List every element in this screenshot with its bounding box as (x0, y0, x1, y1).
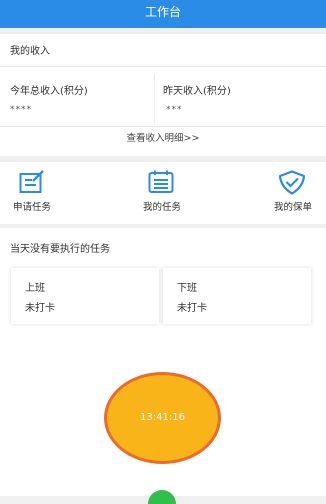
top-bar: 工作台 (0, 0, 326, 28)
task-label: 我的保单 (273, 202, 312, 213)
clock-in-card: 上班 未打卡 (11, 268, 159, 324)
today-status-text: 当天没有要执行的任务 (10, 244, 110, 255)
yesterday-income-value: *** (166, 105, 183, 115)
today-section: 当天没有要执行的任务 上班 未打卡 下班 未打卡 13:41:16 (0, 228, 326, 496)
clock-out-status: 未打卡 (177, 303, 207, 314)
clock-out-label: 下班 (177, 283, 197, 294)
shield-check-icon (278, 170, 306, 195)
yesterday-income-label: 昨天收入(积分) (163, 86, 231, 97)
task-label: 申请任务 (12, 202, 51, 213)
page-title: 工作台 (144, 5, 181, 19)
my-tasks-button[interactable]: 我的任务 (117, 162, 207, 220)
task-label: 我的任务 (142, 202, 181, 213)
divider (0, 66, 326, 67)
edit-icon (19, 170, 44, 193)
task-shortcuts: 申请任务 我的任务 我的保单 (0, 162, 326, 224)
punch-clock-button[interactable]: 13:41:16 (104, 372, 221, 464)
income-detail-link[interactable]: 查看收入明细>> (0, 130, 326, 144)
income-title: 我的收入 (10, 46, 50, 57)
year-income-value: **** (10, 105, 32, 115)
income-separator (154, 74, 155, 124)
punch-time: 13:41:16 (140, 412, 185, 423)
my-policy-button[interactable]: 我的保单 (248, 162, 326, 220)
calendar-icon (148, 170, 174, 193)
divider (0, 126, 326, 127)
year-income-label: 今年总收入(积分) (10, 86, 88, 97)
income-card: 我的收入 今年总收入(积分) **** 昨天收入(积分) *** 查看收入明细>… (0, 34, 326, 156)
clock-out-card: 下班 未打卡 (163, 268, 311, 324)
clock-in-status: 未打卡 (25, 303, 55, 314)
apply-task-button[interactable]: 申请任务 (0, 162, 77, 220)
clock-in-label: 上班 (25, 283, 45, 294)
